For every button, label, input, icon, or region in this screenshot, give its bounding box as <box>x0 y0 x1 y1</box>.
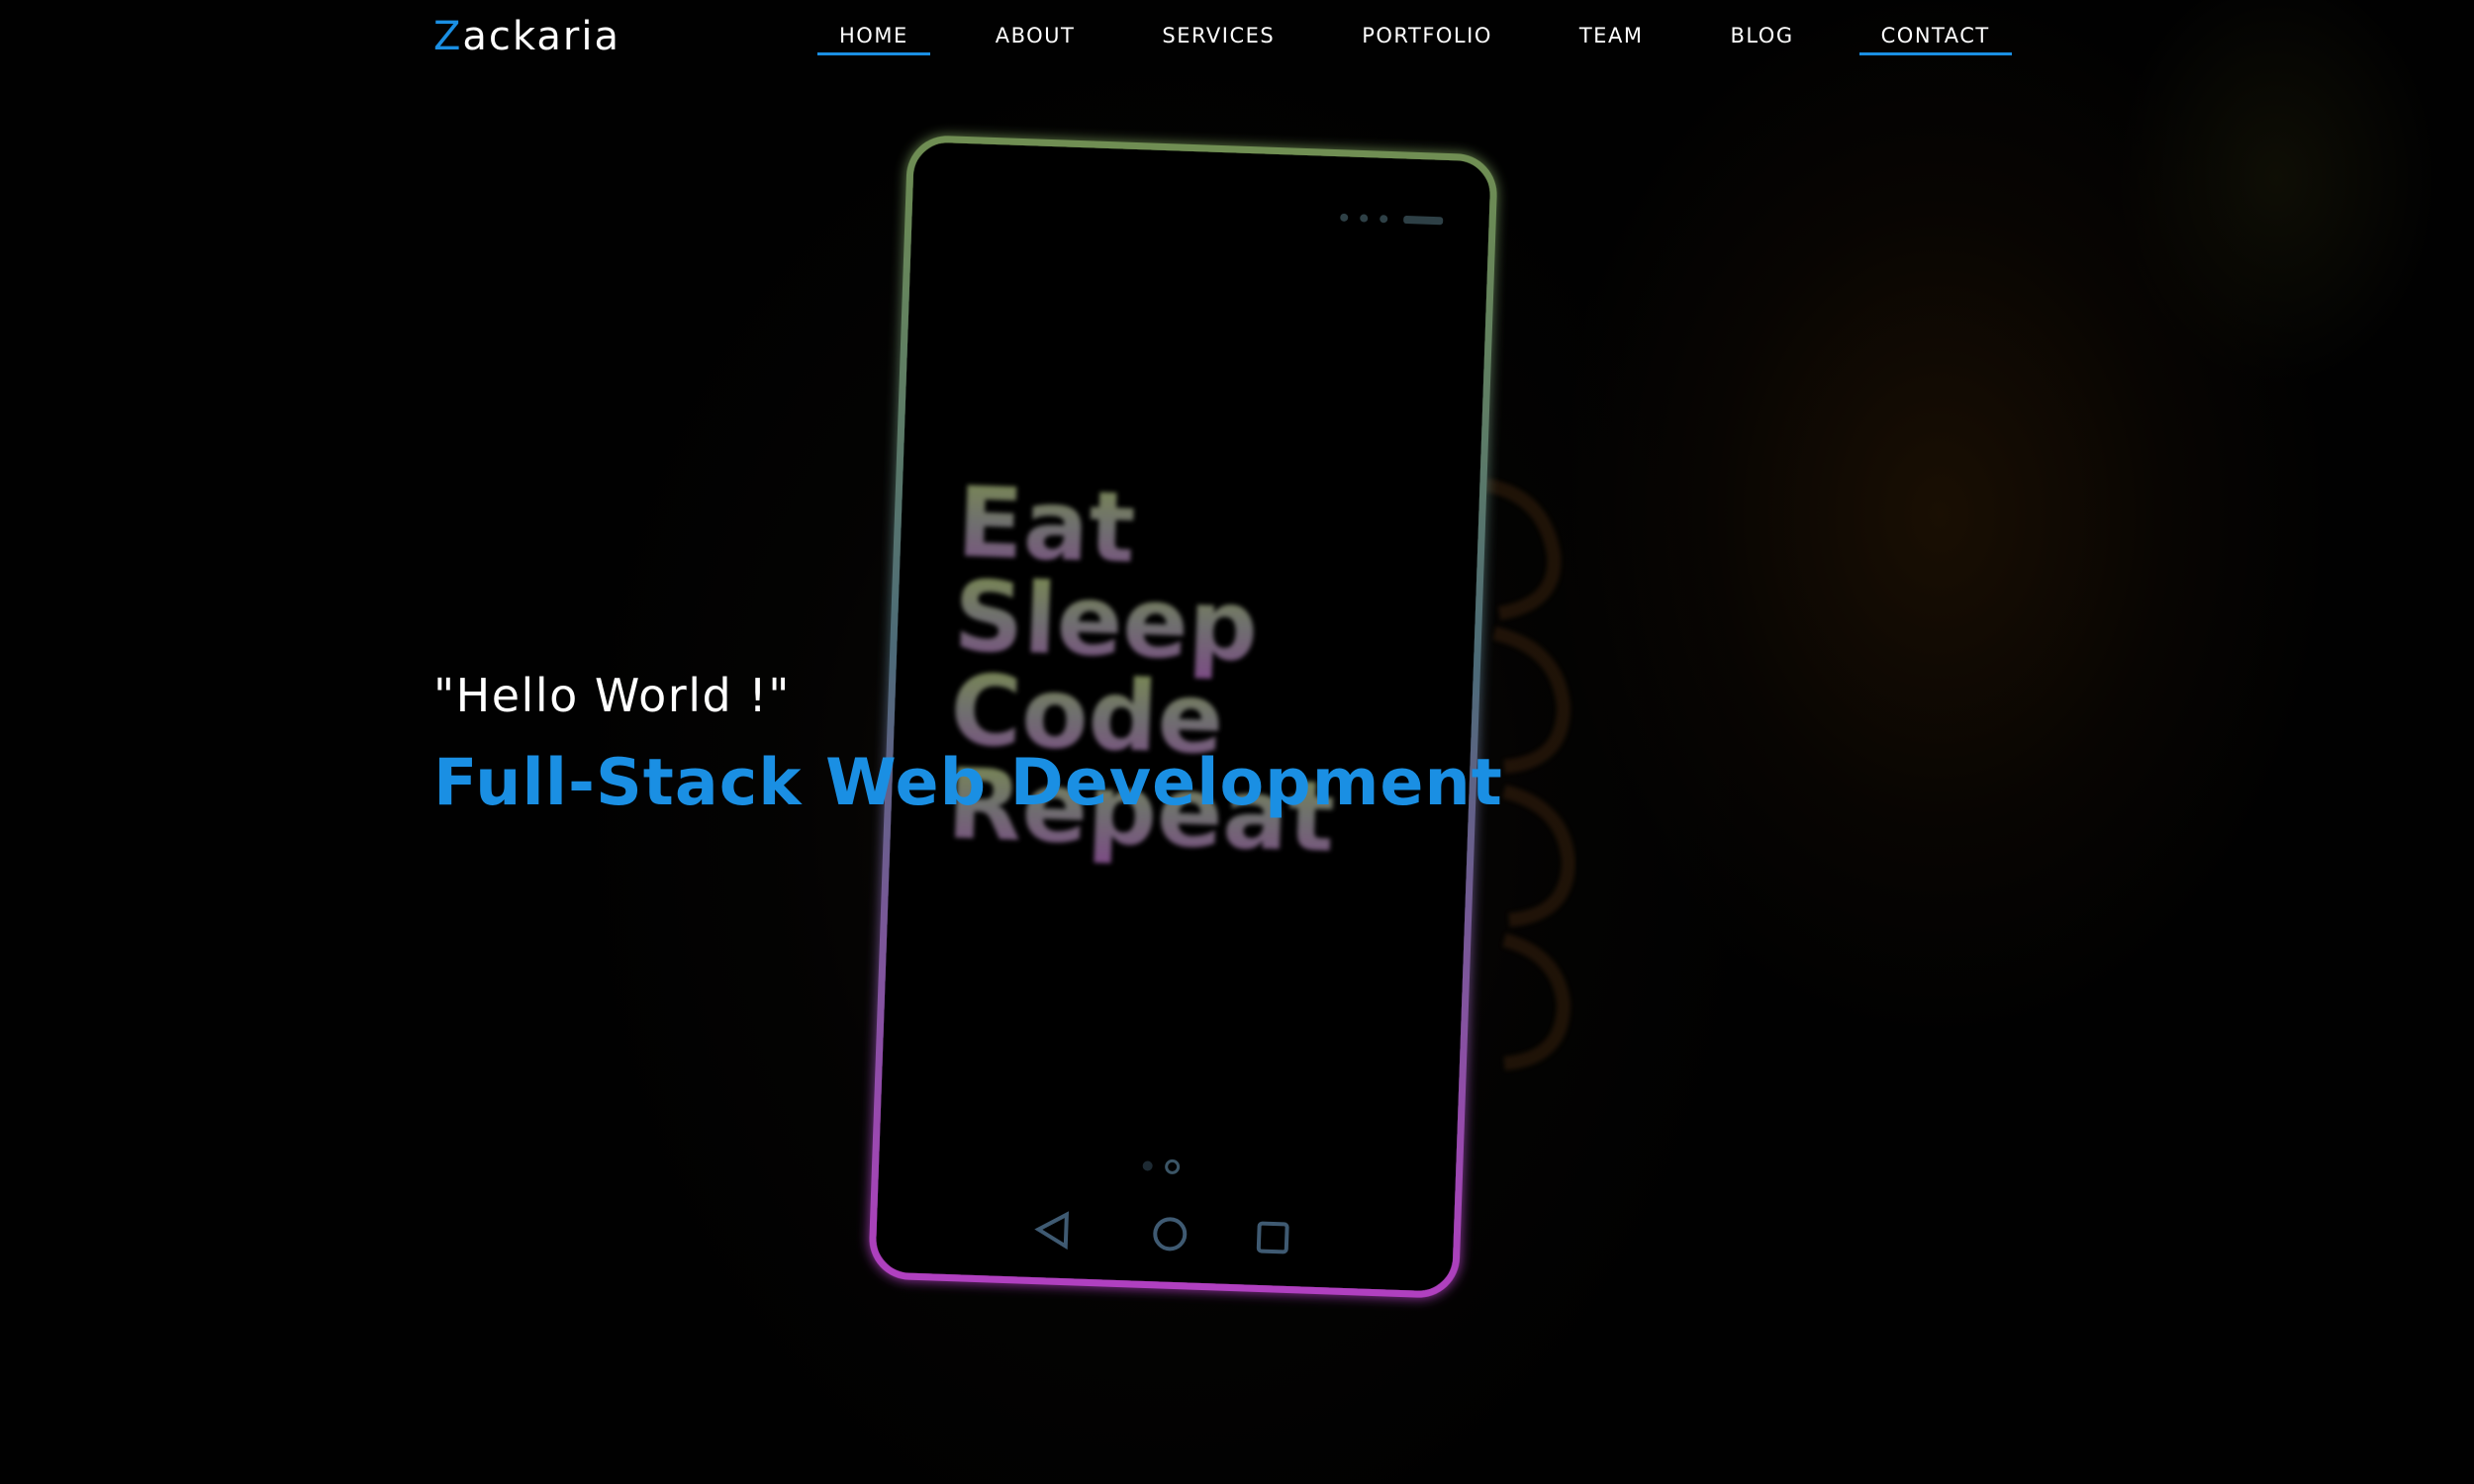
nav-item-portfolio[interactable]: PORTFOLIO <box>1340 0 1514 55</box>
hero-section: "Hello World !" Full-Stack Web Developme… <box>433 669 1503 864</box>
main-nav: HOME ABOUT SERVICES PORTFOLIO TEAM BLOG … <box>817 0 2012 59</box>
site-header: Zackaria HOME ABOUT SERVICES PORTFOLIO T… <box>0 0 2474 79</box>
hero-page: Eat Sleep Code Repeat Zackaria HOME ABOU… <box>0 0 2474 1484</box>
site-logo[interactable]: Zackaria <box>433 14 620 59</box>
nav-item-home[interactable]: HOME <box>817 0 930 55</box>
nav-item-blog[interactable]: BLOG <box>1708 0 1815 55</box>
nav-item-team[interactable]: TEAM <box>1558 0 1665 55</box>
nav-item-about[interactable]: ABOUT <box>974 0 1097 55</box>
nav-item-services[interactable]: SERVICES <box>1140 0 1296 55</box>
logo-initial: Z <box>433 14 463 59</box>
hero-greeting: "Hello World !" <box>433 669 791 722</box>
hero-headline: Full-Stack Web Development <box>433 746 1503 820</box>
logo-rest: ackaria <box>462 14 620 59</box>
nav-item-contact[interactable]: CONTACT <box>1858 0 2012 55</box>
